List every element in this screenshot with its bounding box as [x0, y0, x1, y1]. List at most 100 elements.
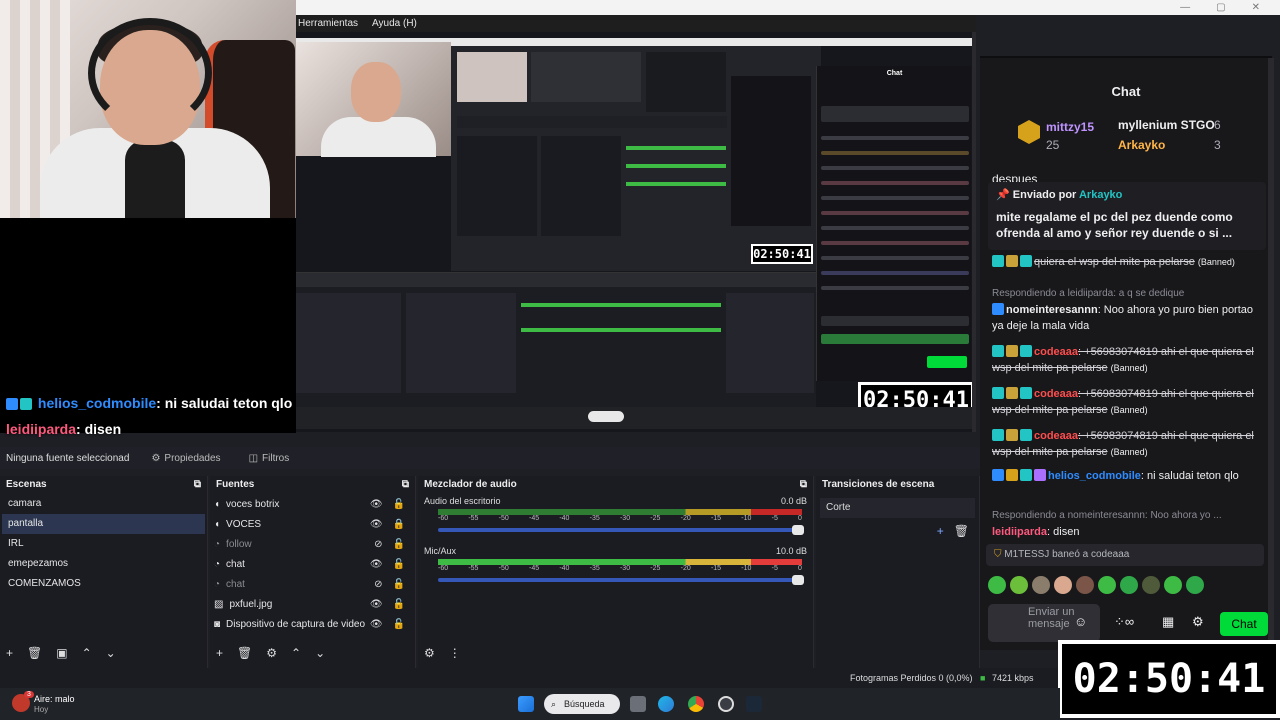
username[interactable]: codeaaa	[1034, 430, 1078, 442]
config-icon[interactable]: ▣	[56, 646, 67, 660]
eye-icon[interactable]: 👁	[370, 619, 383, 630]
emote-icon[interactable]	[1120, 576, 1138, 594]
maximize-icon[interactable]: ▢	[1216, 2, 1225, 13]
source-item[interactable]: ◔ follow ⊘ 🔓	[212, 534, 413, 554]
banned-tag: (Banned)	[1197, 257, 1235, 267]
scene-item-active[interactable]: pantalla	[2, 514, 205, 534]
weather-sub: Hoy	[34, 705, 49, 714]
lock-open-icon[interactable]: 🔓	[393, 579, 405, 590]
minimize-icon[interactable]: —	[1180, 2, 1190, 13]
emote-icon[interactable]	[1098, 576, 1116, 594]
browser-icon: ◔	[214, 578, 221, 590]
undock-icon[interactable]: ⧉	[402, 479, 409, 490]
scene-item[interactable]: IRL	[2, 534, 205, 554]
scene-item[interactable]: COMENZAMOS	[2, 574, 205, 594]
eye-hidden-icon[interactable]: ⊘	[374, 579, 382, 590]
username[interactable]: codeaaa	[1034, 388, 1078, 400]
task-view-icon[interactable]	[630, 696, 646, 712]
eye-icon[interactable]: 👁	[370, 499, 383, 510]
settings-icon[interactable]: ⚙	[1192, 614, 1204, 630]
chat-message: codeaaa: +56983074819 ahi el que quiera …	[992, 428, 1264, 460]
obs-preview[interactable]: Chat 02:50:41 02:50:41	[296, 32, 976, 432]
chat-send-button[interactable]: Chat	[1220, 612, 1268, 636]
scene-item[interactable]: emepezamos	[2, 554, 205, 574]
filters-button[interactable]: ◫ Filtros	[243, 451, 296, 466]
source-item[interactable]: ◙ Dispositivo de captura de video 👁 🔓	[212, 614, 413, 634]
channel-name: Mic/Aux	[424, 546, 457, 556]
lock-open-icon[interactable]: 🔓	[393, 499, 405, 510]
edge-icon[interactable]	[658, 696, 674, 712]
ban-notice-text: M1TESSJ baneó a codeaaa	[1004, 549, 1130, 560]
source-item[interactable]: ◔ chat 👁 🔓	[212, 554, 413, 574]
emote-icon[interactable]	[1142, 576, 1160, 594]
trash-icon[interactable]: 🗑	[954, 524, 969, 538]
trash-icon[interactable]: 🗑	[237, 646, 252, 660]
gear-icon[interactable]: ⚙	[266, 646, 277, 660]
extensions-icon[interactable]: ⁘∞	[1114, 614, 1134, 630]
leader-first-count: 25	[1046, 138, 1060, 152]
username[interactable]: leidiiparda	[992, 526, 1047, 538]
lock-open-icon[interactable]: 🔓	[393, 599, 405, 610]
chat-scrollbar[interactable]	[1268, 58, 1274, 650]
meter-scale: -60 -55 -50 -45 -40 -35 -30 -25 -20 -15 -10 -5 0	[438, 565, 802, 572]
lock-open-icon[interactable]: 🔓	[393, 619, 405, 630]
source-item[interactable]: ◖ voces botrix 👁 🔓	[212, 494, 413, 514]
source-item[interactable]: ◖ VOCES 👁 🔒	[212, 514, 413, 534]
emote-icon[interactable]	[1164, 576, 1182, 594]
source-item[interactable]: ▨ pxfuel.jpg 👁 🔓	[212, 594, 413, 614]
pinned-message[interactable]: 📌 Enviado por Arkayko mite regalame el p…	[988, 182, 1266, 250]
advanced-audio-icon[interactable]: ⚙	[424, 646, 435, 660]
sources-title: Fuentes	[216, 478, 255, 490]
eye-icon[interactable]: 👁	[370, 559, 383, 570]
store-icon[interactable]: ▦	[1162, 614, 1174, 630]
add-icon[interactable]: +	[216, 646, 223, 660]
eye-icon[interactable]: 👁	[370, 519, 383, 530]
move-up-icon[interactable]: ⌃	[291, 646, 301, 660]
menu-help[interactable]: Ayuda (H)	[372, 18, 417, 29]
eye-hidden-icon[interactable]: ⊘	[374, 539, 382, 550]
source-item[interactable]: ◔ chat ⊘ 🔓	[212, 574, 413, 594]
add-icon[interactable]: +	[937, 524, 944, 538]
taskbar-search[interactable]: ⌕ Búsqueda	[544, 694, 620, 714]
transitions-title: Transiciones de escena	[822, 478, 935, 490]
move-down-icon[interactable]: ⌄	[315, 646, 325, 660]
transition-select[interactable]: Corte	[820, 498, 975, 518]
username[interactable]: nomeinteresannn	[1006, 304, 1098, 316]
undock-icon[interactable]: ⧉	[194, 479, 201, 490]
emote-icon[interactable]	[1186, 576, 1204, 594]
trash-icon[interactable]: 🗑	[27, 646, 42, 660]
source-name: chat	[226, 578, 245, 590]
lock-open-icon[interactable]: 🔓	[393, 539, 405, 550]
search-label: Búsqueda	[564, 699, 605, 709]
scene-item[interactable]: camara	[2, 494, 205, 514]
close-icon[interactable]: ✕	[1252, 2, 1260, 13]
overlay-user-1: helios_codmobile	[37, 395, 157, 411]
menu-tools[interactable]: Herramientas	[298, 18, 358, 29]
eye-icon[interactable]: 👁	[370, 599, 383, 610]
properties-button[interactable]: ⚙ Propiedades	[145, 451, 226, 466]
emote-icon[interactable]	[1054, 576, 1072, 594]
emote-icon[interactable]	[1032, 576, 1050, 594]
emote-icon[interactable]	[1076, 576, 1094, 594]
menu-dots-icon[interactable]: ⋮	[449, 646, 461, 660]
emote-icon[interactable]	[1010, 576, 1028, 594]
emoji-icon[interactable]: ☺	[1074, 614, 1087, 629]
username[interactable]: codeaaa	[1034, 346, 1078, 358]
move-down-icon[interactable]: ⌄	[106, 646, 116, 660]
chat-message: helios_codmobile: ni saludai teton qlo	[992, 468, 1264, 484]
steam-icon[interactable]	[746, 696, 762, 712]
undock-icon[interactable]: ⧉	[800, 479, 807, 490]
lock-open-icon[interactable]: 🔓	[393, 559, 405, 570]
transitions-dock: Transiciones de escena Corte + 🗑	[816, 476, 980, 670]
move-up-icon[interactable]: ⌃	[82, 646, 92, 660]
volume-slider[interactable]	[438, 575, 804, 585]
windows-start-icon[interactable]	[518, 696, 534, 712]
gear-icon: ⚙	[151, 452, 161, 464]
volume-slider[interactable]	[438, 525, 804, 535]
lock-icon[interactable]: 🔒	[393, 519, 405, 530]
add-icon[interactable]: +	[6, 646, 13, 660]
chrome-icon[interactable]	[688, 696, 704, 712]
username[interactable]: helios_codmobile	[1048, 470, 1141, 482]
emote-icon[interactable]	[988, 576, 1006, 594]
obs-icon[interactable]	[718, 696, 734, 712]
